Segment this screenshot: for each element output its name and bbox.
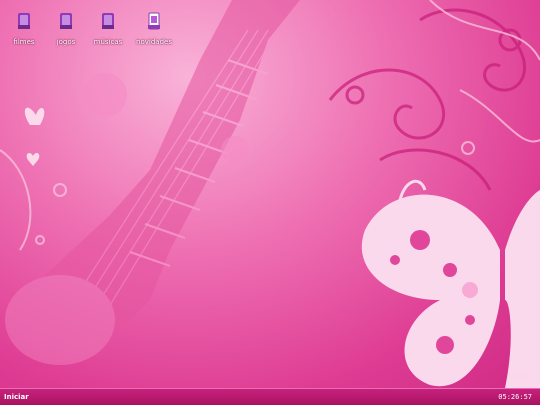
floral-swirls bbox=[328, 8, 527, 191]
purple-folder-icon bbox=[101, 12, 115, 30]
taskbar: Iniciar 05:26:57 bbox=[0, 388, 540, 405]
desktop-icon-label: filmes bbox=[13, 38, 35, 46]
wallpaper-signature: @reh bbox=[511, 372, 530, 380]
start-button[interactable]: Iniciar bbox=[4, 391, 29, 403]
desktop-icon-label: novidades bbox=[136, 38, 172, 46]
purple-folder-icon bbox=[17, 12, 31, 30]
taskbar-clock[interactable]: 05:26:57 bbox=[498, 391, 532, 403]
desktop-icon-label: músicas bbox=[93, 38, 123, 46]
desktop-icon-label: jogos bbox=[56, 38, 76, 46]
wallpaper bbox=[0, 0, 540, 388]
purple-folder-icon bbox=[59, 12, 73, 30]
guitar-illustration bbox=[5, 0, 300, 365]
desktop[interactable]: filmes jogos músicas novidades @reh bbox=[0, 0, 540, 388]
desktop-icon-filmes[interactable]: filmes bbox=[4, 12, 44, 46]
desktop-icon-jogos[interactable]: jogos bbox=[46, 12, 86, 46]
butterfly-illustration bbox=[361, 179, 540, 388]
purple-document-icon bbox=[147, 12, 161, 30]
small-butterfly bbox=[24, 107, 45, 166]
desktop-icon-novidades[interactable]: novidades bbox=[134, 12, 174, 46]
desktop-icon-musicas[interactable]: músicas bbox=[88, 12, 128, 46]
